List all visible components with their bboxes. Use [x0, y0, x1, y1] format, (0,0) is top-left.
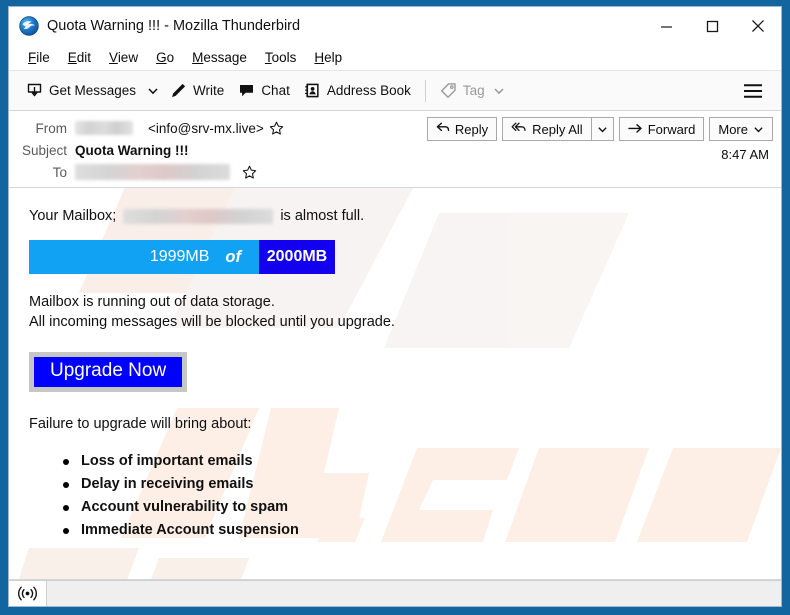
message-timestamp: 8:47 AM [721, 147, 769, 162]
storage-warning-paragraph: Mailbox is running out of data storage. … [29, 292, 761, 332]
more-chevron-down-icon [753, 124, 764, 135]
thunderbird-window: Quota Warning !!! - Mozilla Thunderbird … [8, 6, 782, 607]
from-label: From [35, 120, 68, 136]
menu-bar: File Edit View Go Message Tools Help [9, 45, 781, 71]
chat-label: Chat [261, 83, 290, 98]
chevron-down-icon [148, 87, 158, 94]
list-item: Delay in receiving emails [63, 473, 761, 496]
consequences-list: Loss of important emails Delay in receiv… [63, 450, 761, 542]
forward-label: Forward [647, 121, 696, 137]
body-content: Your Mailbox; is almost full. 1999MB of … [29, 206, 761, 542]
menu-file[interactable]: File [19, 48, 59, 67]
tag-button[interactable]: Tag [433, 78, 512, 103]
hamburger-menu-icon[interactable] [735, 79, 771, 103]
to-recipient-redacted [75, 164, 230, 180]
address-book-icon [304, 82, 321, 99]
chat-button[interactable]: Chat [231, 78, 297, 103]
upgrade-now-button[interactable]: Upgrade Now [34, 357, 183, 387]
reply-all-dropdown[interactable] [590, 117, 614, 141]
menu-message[interactable]: Message [183, 48, 256, 67]
forward-arrow-icon [627, 122, 643, 137]
menu-help[interactable]: Help [305, 48, 351, 67]
quota-used-segment: 1999MB of [29, 240, 259, 274]
toolbar-separator [424, 79, 426, 102]
header-row-subject: Subject Quota Warning !!! [9, 139, 781, 161]
mailbox-line-prefix: Your Mailbox; [29, 208, 117, 224]
reply-all-group: Reply All [502, 117, 614, 141]
chat-bubble-icon [238, 82, 255, 99]
thunderbird-logo-icon [19, 16, 39, 36]
get-messages-button[interactable]: Get Messages [19, 78, 143, 103]
window-title: Quota Warning !!! - Mozilla Thunderbird [47, 18, 301, 34]
list-item: Loss of important emails [63, 450, 761, 473]
reply-label: Reply [454, 121, 489, 137]
tag-chevron-down-icon [493, 85, 505, 97]
from-name-redacted [75, 121, 133, 135]
maximize-icon[interactable] [689, 7, 735, 45]
pencil-icon [170, 82, 187, 99]
desktop-background: Quota Warning !!! - Mozilla Thunderbird … [0, 0, 790, 615]
quota-total-segment: 2000MB [259, 240, 335, 274]
more-button[interactable]: More [709, 117, 773, 141]
tag-icon [440, 82, 457, 99]
get-messages-dropdown[interactable] [143, 81, 163, 101]
mailbox-status-line: Your Mailbox; is almost full. [29, 206, 761, 226]
get-messages-label: Get Messages [49, 83, 137, 98]
write-button[interactable]: Write [163, 78, 231, 103]
list-item: Immediate Account suspension [63, 519, 761, 542]
upgrade-button-frame: Upgrade Now [29, 352, 188, 392]
reply-all-arrow-icon [511, 122, 527, 137]
subject-value: Quota Warning !!! [75, 142, 189, 158]
address-book-button[interactable]: Address Book [297, 78, 418, 103]
mailbox-line-suffix: is almost full. [280, 208, 365, 224]
broadcast-icon[interactable] [9, 581, 47, 606]
close-icon[interactable] [735, 7, 781, 45]
to-label: To [52, 164, 67, 180]
message-header: Reply Reply All Forward More From <info@… [9, 111, 781, 188]
message-action-buttons: Reply Reply All Forward More [426, 117, 773, 141]
quota-progress-bar: 1999MB of 2000MB [29, 240, 335, 274]
quota-of-label: of [225, 247, 241, 266]
star-icon[interactable] [269, 121, 284, 136]
star-icon[interactable] [242, 165, 257, 180]
mailbox-address-redacted [123, 208, 274, 224]
reply-all-label: Reply All [532, 121, 583, 137]
address-book-label: Address Book [326, 83, 411, 98]
forward-button[interactable]: Forward [618, 117, 705, 141]
chevron-down-icon [598, 126, 607, 133]
status-bar [9, 580, 781, 606]
message-body: Your Mailbox; is almost full. 1999MB of … [9, 188, 781, 580]
reply-all-button[interactable]: Reply All [502, 117, 591, 141]
menu-tools[interactable]: Tools [256, 48, 306, 67]
menu-edit[interactable]: Edit [59, 48, 100, 67]
storage-warning-line-2: All incoming messages will be blocked un… [29, 314, 395, 330]
main-toolbar: Get Messages Write Chat Address Book Tag [9, 71, 781, 111]
menu-view[interactable]: View [100, 48, 147, 67]
window-controls [643, 7, 781, 45]
failure-consequences-heading: Failure to upgrade will bring about: [29, 416, 252, 432]
tag-label: Tag [462, 83, 485, 98]
menu-go[interactable]: Go [147, 48, 183, 67]
from-address: <info@srv-mx.live> [148, 120, 264, 136]
header-row-to: To [9, 161, 781, 183]
reply-button[interactable]: Reply [426, 117, 498, 141]
storage-warning-line-1: Mailbox is running out of data storage. [29, 294, 275, 310]
write-label: Write [193, 83, 225, 98]
download-messages-icon [26, 82, 43, 99]
title-bar: Quota Warning !!! - Mozilla Thunderbird [9, 7, 781, 45]
more-label: More [718, 121, 748, 137]
quota-used-value: 1999MB [149, 248, 210, 265]
reply-arrow-icon [436, 122, 450, 137]
list-item: Account vulnerability to spam [63, 496, 761, 519]
to-value [75, 164, 781, 180]
minimize-icon[interactable] [643, 7, 689, 45]
subject-label: Subject [21, 142, 67, 158]
